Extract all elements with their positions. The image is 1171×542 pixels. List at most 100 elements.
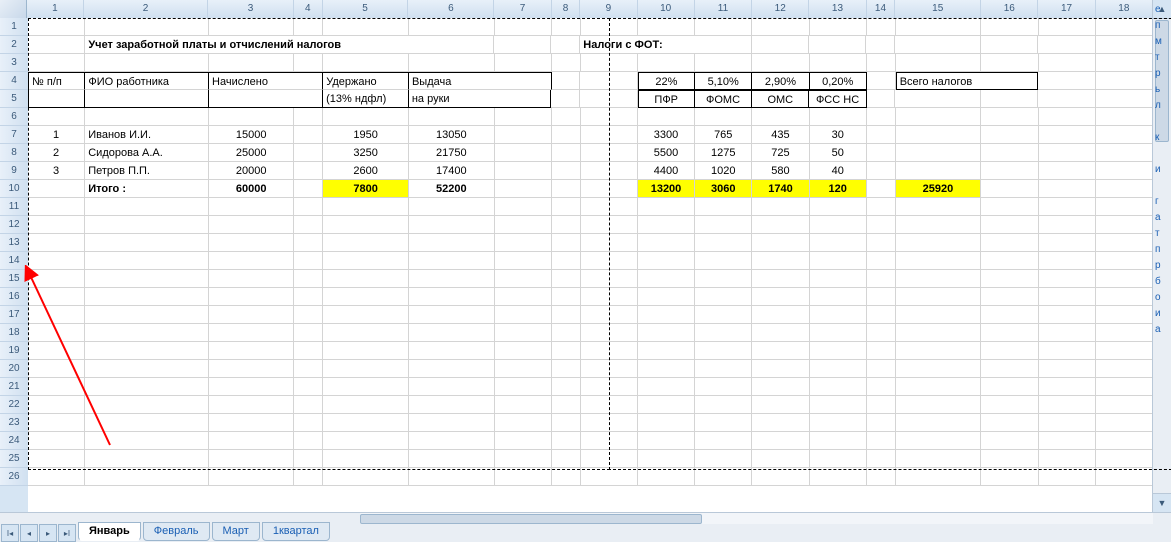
cell[interactable] (866, 36, 895, 54)
cell[interactable] (28, 180, 85, 198)
cell[interactable] (495, 234, 552, 252)
cell[interactable] (810, 252, 867, 270)
row-header-17[interactable]: 17 (0, 306, 28, 324)
cell[interactable] (552, 414, 581, 432)
cell[interactable] (209, 378, 295, 396)
sheet-tab-Февраль[interactable]: Февраль (143, 522, 210, 541)
title-taxes[interactable]: Налоги с ФОТ: (580, 36, 751, 54)
cell[interactable] (85, 414, 209, 432)
cell[interactable] (581, 252, 638, 270)
cell[interactable] (323, 54, 409, 72)
cell[interactable] (1039, 162, 1096, 180)
cell[interactable] (209, 108, 295, 126)
cell[interactable] (409, 252, 495, 270)
cell[interactable] (752, 36, 809, 54)
cell[interactable] (323, 396, 409, 414)
cell[interactable] (581, 306, 638, 324)
data-tax-3[interactable]: 50 (810, 144, 867, 162)
cell[interactable] (28, 450, 85, 468)
cell[interactable] (810, 108, 867, 126)
row-header-18[interactable]: 18 (0, 324, 28, 342)
cell[interactable] (323, 378, 409, 396)
cell[interactable] (294, 198, 323, 216)
cell[interactable] (981, 324, 1038, 342)
cell[interactable] (695, 18, 752, 36)
cell[interactable] (1096, 252, 1153, 270)
cell[interactable] (895, 36, 981, 54)
col-header-17[interactable]: 17 (1038, 0, 1095, 18)
cell[interactable] (1096, 180, 1153, 198)
cell[interactable] (638, 54, 695, 72)
cell[interactable] (28, 360, 85, 378)
cell[interactable] (552, 432, 581, 450)
cell[interactable] (294, 216, 323, 234)
cell[interactable] (695, 378, 752, 396)
col-header-2[interactable]: 2 (84, 0, 208, 18)
cell[interactable] (294, 306, 323, 324)
cell[interactable] (209, 198, 295, 216)
cell[interactable] (85, 306, 209, 324)
cell[interactable] (85, 108, 209, 126)
row-header-16[interactable]: 16 (0, 288, 28, 306)
cell[interactable] (209, 252, 295, 270)
cell[interactable] (85, 450, 209, 468)
cell[interactable] (85, 252, 209, 270)
cell[interactable] (810, 54, 867, 72)
cell[interactable] (209, 324, 295, 342)
hdr-tax-pct-2[interactable]: 2,90% (752, 72, 809, 90)
cell[interactable] (409, 306, 495, 324)
cell[interactable] (810, 234, 867, 252)
cell[interactable] (581, 180, 638, 198)
cell[interactable] (85, 54, 209, 72)
row-header-10[interactable]: 10 (0, 180, 28, 198)
cell[interactable] (552, 198, 581, 216)
cell[interactable] (1039, 144, 1096, 162)
cell[interactable] (867, 306, 896, 324)
cell[interactable] (28, 234, 85, 252)
cell[interactable] (552, 162, 581, 180)
cell[interactable] (752, 450, 809, 468)
cell[interactable] (1039, 234, 1096, 252)
cell[interactable] (981, 36, 1038, 54)
select-all-corner[interactable] (0, 0, 27, 18)
hdr-tax-name-2[interactable]: ОМС (752, 90, 809, 108)
cell[interactable] (1096, 378, 1153, 396)
cell[interactable] (209, 342, 295, 360)
sheet-tab-1квартал[interactable]: 1квартал (262, 522, 330, 541)
cell[interactable] (638, 450, 695, 468)
cell[interactable] (695, 306, 752, 324)
cell[interactable] (1039, 252, 1096, 270)
cell[interactable] (752, 18, 809, 36)
cell[interactable] (695, 108, 752, 126)
cell[interactable] (1039, 198, 1096, 216)
row-header-20[interactable]: 20 (0, 360, 28, 378)
cell[interactable] (752, 234, 809, 252)
cell[interactable] (495, 54, 552, 72)
vertical-scrollbar[interactable]: ▲ ▼ (1152, 0, 1171, 512)
cell[interactable] (867, 288, 896, 306)
cell[interactable] (409, 18, 495, 36)
totals-vy[interactable]: 52200 (409, 180, 495, 198)
cell[interactable] (581, 378, 638, 396)
cell[interactable] (981, 306, 1038, 324)
cell[interactable] (294, 54, 323, 72)
hdr-tax-pct-3[interactable]: 0,20% (810, 72, 867, 90)
tab-nav-next[interactable]: ▸ (39, 524, 57, 542)
cell[interactable] (695, 216, 752, 234)
cell[interactable] (552, 306, 581, 324)
cell[interactable] (896, 450, 982, 468)
col-header-13[interactable]: 13 (809, 0, 866, 18)
cell[interactable] (638, 396, 695, 414)
row-header-15[interactable]: 15 (0, 270, 28, 288)
totals-tax-0[interactable]: 13200 (638, 180, 695, 198)
cell[interactable] (28, 342, 85, 360)
cell[interactable] (581, 144, 638, 162)
cell[interactable] (810, 450, 867, 468)
cell[interactable] (981, 378, 1038, 396)
cell[interactable] (867, 342, 896, 360)
cell[interactable] (85, 216, 209, 234)
col-header-9[interactable]: 9 (580, 0, 637, 18)
cell[interactable] (495, 126, 552, 144)
cell[interactable] (323, 108, 409, 126)
cell[interactable] (1096, 90, 1153, 108)
